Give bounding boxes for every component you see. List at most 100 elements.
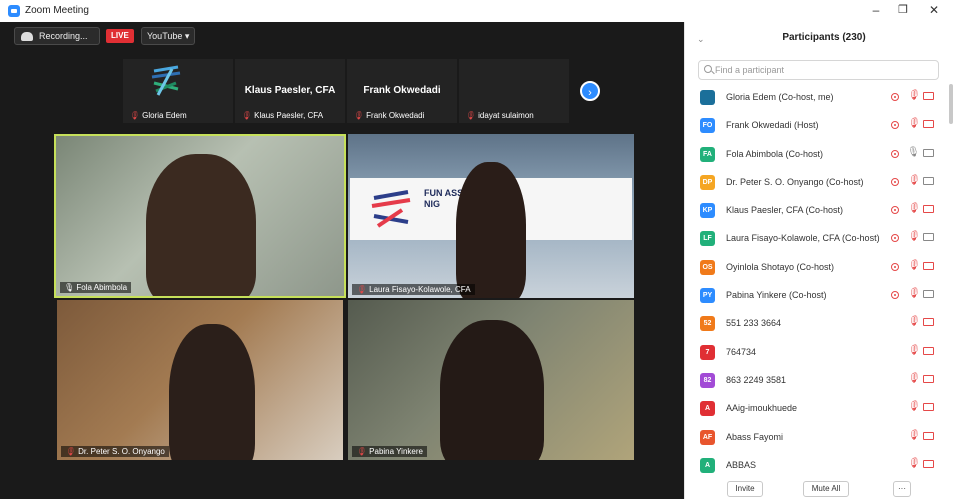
- panel-footer: Invite Mute All ···: [685, 476, 962, 499]
- mic-muted-icon: 🎙: [129, 111, 140, 120]
- participant-row[interactable]: FO Frank Okwedadi (Host) 🎙: [685, 112, 947, 140]
- strip-tile-gloria[interactable]: 🎙 Gloria Edem: [123, 59, 233, 123]
- chevron-right-icon: ›: [588, 87, 592, 99]
- tile-name-tag: 🎙 Pabina Yinkere: [352, 446, 427, 457]
- avatar: 7: [700, 344, 715, 360]
- camera-icon[interactable]: [923, 290, 934, 299]
- camera-off-icon[interactable]: [923, 403, 934, 412]
- avatar: FO: [700, 118, 715, 134]
- tile-name-tag: 🎙 Laura Fisayo-Kolawole, CFA: [352, 284, 475, 295]
- strip-tile-klaus[interactable]: Klaus Paesler, CFA 🎙 Klaus Paesler, CFA: [235, 59, 345, 123]
- participant-row[interactable]: 52 551 233 3664 🎙: [685, 310, 947, 338]
- next-page-button[interactable]: ›: [580, 81, 600, 101]
- camera-off-icon[interactable]: [923, 205, 934, 214]
- avatar: LF: [700, 231, 715, 247]
- avatar: 52: [700, 316, 715, 332]
- participant-row[interactable]: DP Dr. Peter S. O. Onyango (Co-host) 🎙: [685, 169, 947, 197]
- share-indicator-icon: [891, 93, 899, 101]
- participant-row[interactable]: Gloria Edem (Co-host, me) 🎙: [685, 84, 947, 112]
- mic-muted-icon[interactable]: 🎙: [907, 260, 920, 271]
- invite-button[interactable]: Invite: [727, 481, 763, 497]
- video-tile-peter[interactable]: 🎙 Dr. Peter S. O. Onyango: [57, 300, 343, 460]
- mic-muted-icon: 🎙: [356, 447, 367, 456]
- avatar: KP: [700, 203, 715, 219]
- window-title: Zoom Meeting: [25, 5, 89, 16]
- avatar: DP: [700, 174, 715, 190]
- share-indicator-icon: [891, 234, 899, 243]
- gloria-avatar-logo: [151, 65, 181, 96]
- mic-muted-icon[interactable]: 🎙: [907, 175, 920, 186]
- strip-name: 🎙 idayat sulaimon: [465, 111, 534, 120]
- participant-row[interactable]: KP Klaus Paesler, CFA (Co-host) 🎙: [685, 197, 947, 225]
- strip-display-name: Frank Okwedadi: [363, 85, 441, 96]
- avatar: A: [700, 457, 715, 473]
- zoom-app-icon: [8, 5, 20, 17]
- mute-all-button[interactable]: Mute All: [803, 481, 849, 497]
- mic-muted-icon: 🎙: [65, 447, 76, 456]
- close-button[interactable]: ✕: [924, 3, 944, 17]
- search-icon: [704, 65, 712, 73]
- scrollbar[interactable]: [949, 84, 953, 124]
- participant-row[interactable]: LF Laura Fisayo-Kolawole, CFA (Co-host) 🎙: [685, 225, 947, 253]
- participant-row[interactable]: AF Abass Fayomi 🎙: [685, 424, 947, 452]
- share-indicator-icon: [891, 149, 899, 158]
- mic-muted-icon[interactable]: 🎙: [907, 231, 920, 242]
- participant-name: Abass Fayomi: [726, 431, 784, 442]
- mic-muted-icon[interactable]: 🎙: [907, 288, 920, 299]
- camera-off-icon[interactable]: [923, 120, 934, 129]
- participant-row[interactable]: OS Oyinlola Shotayo (Co-host) 🎙: [685, 254, 947, 282]
- tile-name-tag: 🎙 Fola Abimbola: [60, 282, 132, 293]
- mic-muted-icon[interactable]: 🎙: [907, 430, 920, 441]
- camera-off-icon[interactable]: [923, 374, 934, 383]
- video-tile-fola[interactable]: 🎙 Fola Abimbola: [54, 134, 346, 298]
- camera-off-icon[interactable]: [923, 431, 934, 440]
- mic-muted-icon: 🎙: [465, 111, 476, 120]
- video-tile-pabina[interactable]: 🎙 Pabina Yinkere: [348, 300, 634, 460]
- title-bar: Zoom Meeting – ❐ ✕: [0, 0, 962, 22]
- participant-name: Klaus Paesler, CFA (Co-host): [726, 205, 844, 216]
- mic-icon[interactable]: 🎙: [907, 147, 920, 158]
- strip-tile-idayat[interactable]: 🎙 idayat sulaimon: [459, 59, 569, 123]
- participant-name: Pabina Yinkere (Co-host): [726, 290, 827, 301]
- participant-name: 764734: [726, 346, 757, 357]
- participant-row[interactable]: PY Pabina Yinkere (Co-host) 🎙: [685, 282, 947, 310]
- camera-off-icon[interactable]: [923, 346, 934, 355]
- camera-off-icon[interactable]: [923, 318, 934, 327]
- mic-muted-icon: 🎙: [241, 111, 252, 120]
- camera-icon[interactable]: [923, 176, 934, 185]
- mic-muted-icon[interactable]: 🎙: [907, 90, 920, 101]
- more-options-button[interactable]: ···: [893, 481, 911, 497]
- mic-muted-icon[interactable]: 🎙: [907, 203, 920, 214]
- maximize-button[interactable]: ❐: [893, 3, 913, 16]
- camera-off-icon[interactable]: [923, 92, 934, 100]
- minimize-button[interactable]: –: [866, 3, 886, 17]
- participant-name: 863 2249 3581: [726, 374, 787, 385]
- strip-name: 🎙 Frank Okwedadi: [353, 111, 425, 120]
- share-indicator-icon: [891, 177, 899, 186]
- video-tile-laura[interactable]: FUN ASS NIG 🎙 Laura Fisayo-Kolawole, CFA: [348, 134, 634, 298]
- recording-label: Recording...: [39, 31, 88, 41]
- camera-off-icon[interactable]: [923, 261, 934, 270]
- mic-muted-icon[interactable]: 🎙: [907, 118, 920, 129]
- avatar: FA: [700, 146, 715, 162]
- stream-label: YouTube ▾: [147, 31, 190, 41]
- mic-muted-icon[interactable]: 🎙: [907, 316, 920, 327]
- panel-title: Participants (230): [782, 32, 866, 43]
- camera-icon[interactable]: [923, 233, 934, 242]
- participant-name: Gloria Edem (Co-host, me): [726, 92, 834, 102]
- participant-row[interactable]: 82 863 2249 3581 🎙: [685, 367, 947, 395]
- recording-indicator[interactable]: Recording...: [14, 27, 100, 45]
- participant-row[interactable]: A AAig-imoukhuede 🎙: [685, 395, 947, 423]
- strip-tile-frank[interactable]: Frank Okwedadi 🎙 Frank Okwedadi: [347, 59, 457, 123]
- avatar: AF: [700, 429, 715, 445]
- camera-icon[interactable]: [923, 148, 934, 157]
- stream-destination-dropdown[interactable]: YouTube ▾: [141, 27, 195, 45]
- mic-muted-icon[interactable]: 🎙: [907, 458, 920, 469]
- mic-muted-icon[interactable]: 🎙: [907, 373, 920, 384]
- mic-muted-icon[interactable]: 🎙: [907, 345, 920, 356]
- participant-row[interactable]: 7 764734 🎙: [685, 339, 947, 367]
- mic-muted-icon[interactable]: 🎙: [907, 401, 920, 412]
- search-input[interactable]: [698, 60, 939, 80]
- participant-row[interactable]: FA Fola Abimbola (Co-host) 🎙: [685, 141, 947, 169]
- camera-off-icon[interactable]: [923, 459, 934, 468]
